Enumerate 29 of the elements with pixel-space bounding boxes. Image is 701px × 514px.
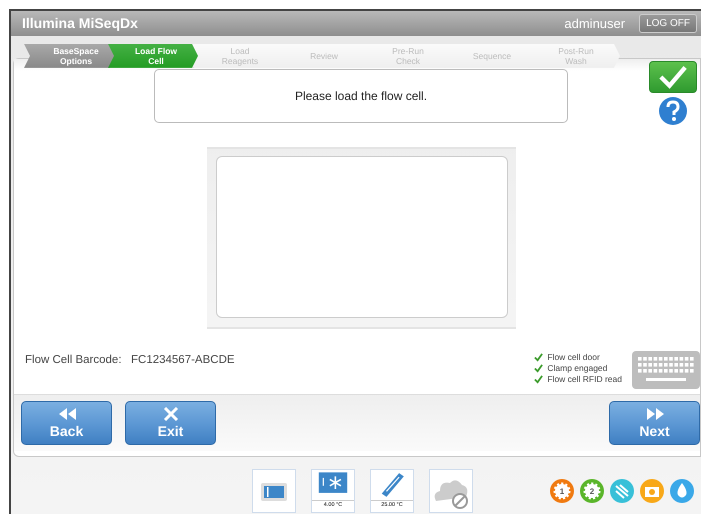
exit-button[interactable]: Exit [125, 400, 216, 445]
step-tab[interactable]: Load Flow Cell [108, 44, 200, 68]
help-icon[interactable] [658, 96, 688, 126]
step-tab[interactable]: Review [276, 44, 368, 68]
status-text: Clamp engaged [547, 363, 608, 374]
gear-icon[interactable]: 1 [549, 478, 575, 504]
network-icon[interactable] [609, 478, 635, 504]
confirm-button[interactable] [649, 60, 697, 93]
user-name: adminuser [564, 16, 626, 31]
gear-icon[interactable]: 2 [579, 478, 605, 504]
app-title: Illumina MiSeqDx [22, 15, 139, 32]
next-button[interactable]: Next [609, 400, 700, 445]
barcode-label: Flow Cell Barcode: [25, 354, 123, 368]
status-tile[interactable] [429, 469, 473, 514]
status-text: Flow cell RFID read [547, 374, 622, 384]
status-text: Flow cell door [547, 352, 600, 362]
step-tab[interactable]: Pre-Run Check [360, 44, 452, 68]
status-tile[interactable] [252, 469, 296, 514]
message-box: Please load the flow cell. [154, 68, 568, 123]
step-tab[interactable]: Sequence [444, 44, 536, 68]
step-tab[interactable]: Load Reagents [192, 44, 284, 68]
keyboard-icon[interactable] [632, 350, 700, 389]
camera-icon[interactable] [639, 478, 665, 504]
barcode-value: FC1234567-ABCDE [131, 354, 235, 368]
log-off-button[interactable]: LOG OFF [639, 14, 697, 33]
drop-icon[interactable] [669, 478, 695, 504]
step-tab[interactable]: BaseSpace Options [24, 44, 116, 68]
step-tab[interactable]: Post-Run Wash [528, 44, 620, 68]
back-button[interactable]: Back [21, 400, 112, 445]
